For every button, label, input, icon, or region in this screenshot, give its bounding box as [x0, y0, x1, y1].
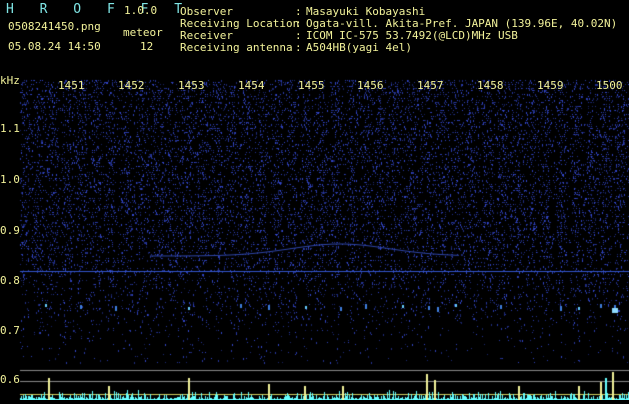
app-version: 1.0.0 [124, 4, 158, 17]
x-tick-label: 1458 [477, 79, 504, 92]
spectrogram-panel: kHz 1.1 1.0 0.9 0.8 0.7 0.6 1451 1452 14… [0, 74, 629, 400]
app-title: H R O F F T [6, 2, 192, 17]
date-time: 05.08.24 14:50 [8, 40, 101, 53]
header-panel: H R O F F T 1.0.0 0508241450.png meteor … [0, 0, 629, 76]
x-tick-label: 1452 [118, 79, 145, 92]
y-tick-label: 0.8 [0, 274, 20, 287]
antenna-label: Receiving antenna [180, 41, 293, 54]
meteor-label: meteor [123, 26, 163, 39]
x-tick-label: 1456 [357, 79, 384, 92]
x-tick-label: 1457 [417, 79, 444, 92]
x-tick-label: 1455 [298, 79, 325, 92]
y-tick-label: 0.7 [0, 324, 20, 337]
x-tick-label: 1500 [596, 79, 623, 92]
spectrogram-canvas [0, 76, 629, 400]
antenna-sep: : [295, 41, 302, 54]
antenna-value: A504HB(yagi 4el) [306, 41, 412, 54]
x-tick-label: 1453 [178, 79, 205, 92]
y-unit-label: kHz [0, 74, 20, 87]
y-tick-label: 0.6 [0, 373, 20, 386]
x-tick-label: 1459 [537, 79, 564, 92]
file-name: 0508241450.png [8, 20, 101, 33]
y-tick-label: 1.0 [0, 173, 20, 186]
x-tick-label: 1454 [238, 79, 265, 92]
x-tick-label: 1451 [58, 79, 85, 92]
y-tick-label: 1.1 [0, 122, 20, 135]
y-tick-label: 0.9 [0, 224, 20, 237]
meteor-count: 12 [140, 40, 154, 53]
